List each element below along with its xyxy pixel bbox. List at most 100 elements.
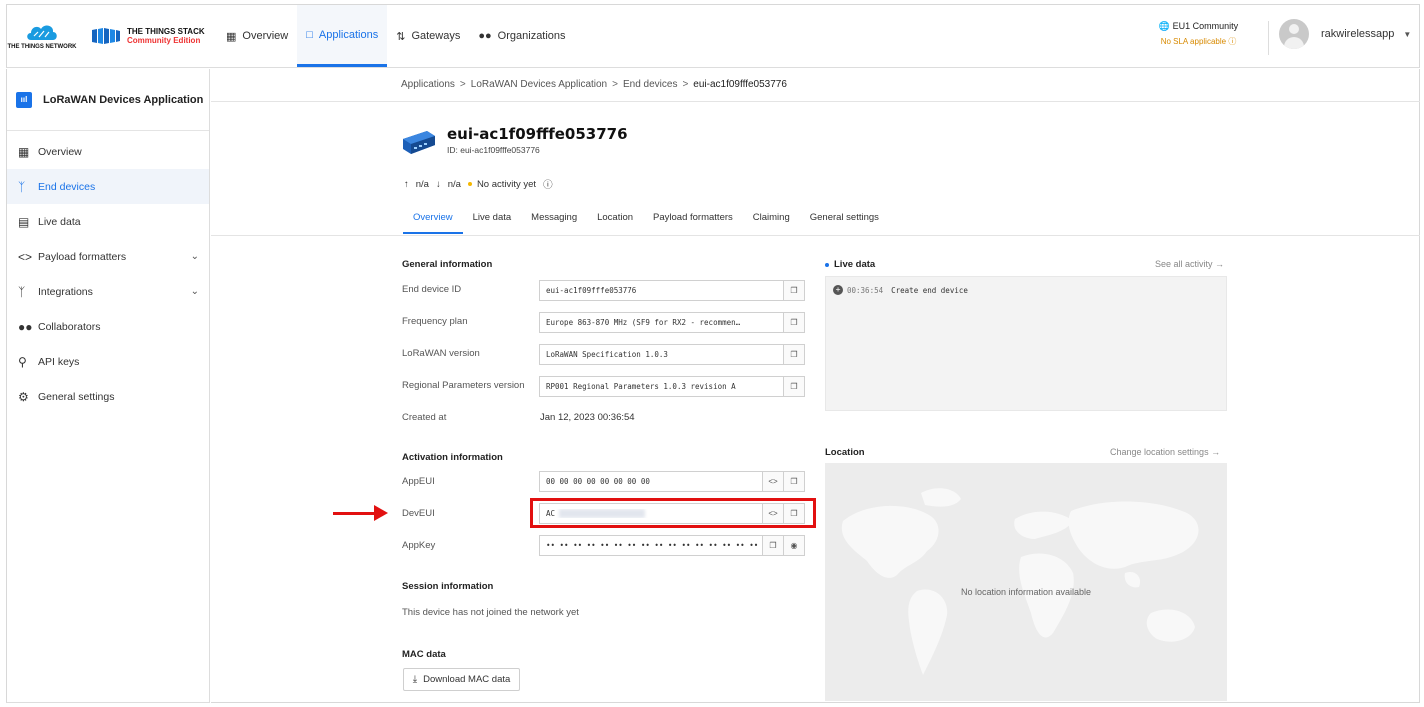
live-event[interactable]: + 00:36:54 Create end device	[833, 285, 968, 295]
deveui-label: DevEUI	[402, 508, 435, 519]
breadcrumb-separator: >	[459, 79, 466, 90]
uplink-count: n/a	[415, 178, 429, 190]
live-data-panel[interactable]: + 00:36:54 Create end device	[825, 276, 1227, 411]
top-bar: THE THINGS NETWORK THE THINGS STACK Comm…	[6, 4, 1420, 68]
location-map[interactable]: No location information available	[825, 463, 1227, 701]
eye-icon[interactable]: ◉	[783, 536, 804, 555]
lorawan-version-label: LoRaWAN version	[402, 348, 480, 359]
lorawan-version-field: LoRaWAN Specification 1.0.3 ❐	[539, 344, 805, 365]
regional-params-field: RP001 Regional Parameters 1.0.3 revision…	[539, 376, 805, 397]
copy-icon[interactable]: ❐	[783, 281, 804, 300]
top-nav: ▦ Overview □ Applications ⇅ Gateways ●● …	[217, 5, 575, 67]
sidebar-item-label: API keys	[38, 355, 80, 368]
no-location-message: No location information available	[960, 587, 1092, 597]
copy-icon[interactable]: ❐	[783, 345, 804, 364]
mac-data-title: MAC data	[402, 649, 446, 660]
breadcrumb-applications[interactable]: Applications	[401, 79, 455, 90]
tab-messaging[interactable]: Messaging	[521, 212, 587, 234]
regional-params-value[interactable]: RP001 Regional Parameters 1.0.3 revision…	[540, 382, 783, 391]
lorawan-version-value[interactable]: LoRaWAN Specification 1.0.3	[540, 350, 783, 359]
stack-subtitle: Community Edition	[127, 36, 201, 45]
copy-icon[interactable]: ❐	[783, 472, 804, 491]
help-icon[interactable]: ⓘ	[543, 177, 553, 191]
tab-claiming[interactable]: Claiming	[743, 212, 800, 234]
device-tabs: Overview Live data Messaging Location Pa…	[403, 212, 889, 234]
sidebar-item-collaborators[interactable]: ●● Collaborators	[7, 309, 209, 344]
topnav-organizations-label: Organizations	[497, 30, 566, 42]
copy-icon[interactable]: ❐	[762, 536, 783, 555]
topnav-organizations[interactable]: ●● Organizations	[469, 5, 574, 67]
downlink-count: n/a	[447, 178, 461, 190]
stack-logo[interactable]: THE THINGS STACK Community Edition	[77, 5, 217, 67]
key-icon: ⚲	[18, 354, 27, 369]
user-menu[interactable]: rakwirelessapp ▼	[1279, 19, 1411, 49]
tab-location[interactable]: Location	[587, 212, 643, 234]
device-id: ID: eui-ac1f09fffe053776	[447, 145, 540, 155]
live-data-title: Live data	[825, 259, 875, 270]
end-device-id-value[interactable]: eui-ac1f09fffe053776	[540, 286, 783, 295]
end-device-id-label: End device ID	[402, 284, 462, 295]
device-icon	[403, 131, 435, 154]
app-name: LoRaWAN Devices Application	[43, 93, 204, 106]
appkey-value[interactable]: •• •• •• •• •• •• •• •• •• •• •• •• •• •…	[540, 541, 762, 550]
grid-icon: ▦	[18, 144, 30, 159]
gear-icon: ⚙	[18, 389, 29, 404]
highlight-box	[530, 498, 816, 528]
topnav-applications[interactable]: □ Applications	[297, 5, 388, 67]
sidebar-item-label: End devices	[38, 180, 96, 193]
app-header[interactable]: ııl LoRaWAN Devices Application	[7, 69, 209, 131]
change-location-link[interactable]: Change location settings →	[1110, 447, 1220, 457]
ttn-logo[interactable]: THE THINGS NETWORK	[7, 5, 77, 67]
topnav-gateways[interactable]: ⇅ Gateways	[387, 5, 469, 67]
device-header: eui-ac1f09fffe053776 ID: eui-ac1f09fffe0…	[401, 125, 628, 157]
caret-down-icon[interactable]: ▼	[1403, 30, 1411, 39]
uplink-icon: ↑	[404, 178, 409, 190]
cluster-selector[interactable]: 🌐 EU1 Community No SLA applicable ⓘ	[1129, 21, 1269, 55]
frequency-plan-value[interactable]: Europe 863-870 MHz (SF9 for RX2 - recomm…	[540, 318, 783, 327]
sidebar-item-overview[interactable]: ▦ Overview	[7, 134, 209, 169]
see-all-activity-link[interactable]: See all activity →	[1155, 259, 1224, 269]
download-mac-data-label: Download MAC data	[423, 674, 511, 685]
sidebar-item-live-data[interactable]: ▤ Live data	[7, 204, 209, 239]
sidebar-item-general-settings[interactable]: ⚙ General settings	[7, 379, 209, 414]
live-data-icon: ▤	[18, 214, 30, 229]
tab-overview[interactable]: Overview	[403, 212, 463, 234]
chevron-down-icon[interactable]: ⌄	[191, 286, 199, 297]
appeui-value[interactable]: 00 00 00 00 00 00 00 00	[540, 477, 762, 486]
frequency-plan-label: Frequency plan	[402, 316, 468, 327]
session-info-text: This device has not joined the network y…	[402, 607, 579, 618]
tab-live-data[interactable]: Live data	[463, 212, 522, 234]
chevron-down-icon[interactable]: ⌄	[191, 251, 199, 262]
topnav-overview[interactable]: ▦ Overview	[217, 5, 297, 67]
tab-payload-formatters[interactable]: Payload formatters	[643, 212, 743, 234]
sidebar-item-payload-formatters[interactable]: <> Payload formatters ⌄	[7, 239, 209, 274]
frequency-plan-field: Europe 863-870 MHz (SF9 for RX2 - recomm…	[539, 312, 805, 333]
main-content: Applications > LoRaWAN Devices Application…	[211, 69, 1420, 703]
sidebar-item-api-keys[interactable]: ⚲ API keys	[7, 344, 209, 379]
copy-icon[interactable]: ❐	[783, 377, 804, 396]
application-icon: □	[306, 28, 313, 41]
event-text: Create end device	[891, 285, 968, 295]
ttn-logo-text: THE THINGS NETWORK	[7, 44, 77, 50]
download-mac-data-button[interactable]: ⤓ Download MAC data	[403, 668, 520, 691]
sidebar-item-end-devices[interactable]: ᛉ End devices	[7, 169, 209, 204]
event-time: 00:36:54	[847, 285, 884, 295]
created-at-label: Created at	[402, 412, 447, 423]
arrow-right-icon	[374, 505, 388, 521]
tab-general-settings[interactable]: General settings	[800, 212, 889, 234]
breadcrumb-end-devices[interactable]: End devices	[623, 79, 677, 90]
sidebar-item-label: Payload formatters	[38, 250, 127, 263]
sidebar-item-integrations[interactable]: ᛉ Integrations ⌄	[7, 274, 209, 309]
help-icon[interactable]: ⓘ	[1228, 37, 1236, 46]
session-info-title: Session information	[402, 581, 494, 592]
appeui-field: 00 00 00 00 00 00 00 00 <> ❐	[539, 471, 805, 492]
plus-circle-icon: +	[833, 285, 843, 295]
downlink-icon: ↓	[435, 178, 441, 190]
copy-icon[interactable]: ❐	[783, 313, 804, 332]
stack-logo-icon	[92, 28, 120, 44]
breadcrumb-application[interactable]: LoRaWAN Devices Application	[471, 79, 607, 90]
activation-info-title: Activation information	[402, 452, 503, 463]
code-toggle-icon[interactable]: <>	[762, 472, 783, 491]
avatar[interactable]	[1279, 19, 1309, 49]
live-dot	[825, 262, 829, 267]
